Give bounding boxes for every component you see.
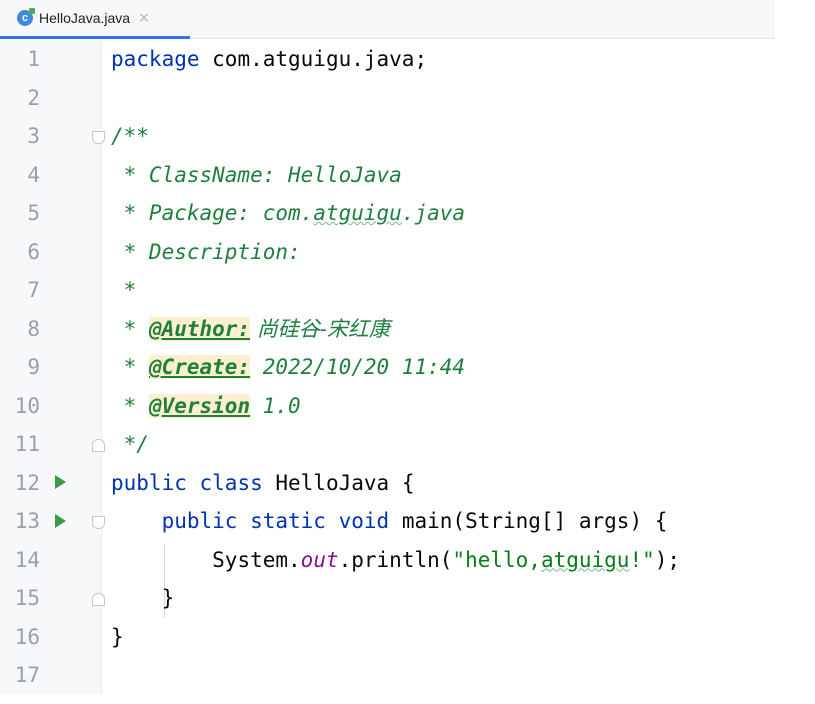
tab-hellojava[interactable]: c HelloJava.java × (0, 0, 190, 39)
line-number: 3 (27, 124, 40, 148)
paren: ) (654, 547, 668, 572)
doc-comment: * Package: com. (111, 201, 314, 225)
run-class-icon[interactable] (55, 475, 66, 489)
code-line-4: * ClassName: HelloJava (111, 156, 402, 195)
doc-comment: * (111, 355, 149, 379)
doc-tag: @Version (148, 393, 251, 418)
line-number: 5 (27, 201, 40, 225)
brace: } (111, 624, 124, 649)
semicolon: ; (667, 547, 681, 572)
line-number: 11 (14, 432, 40, 456)
typo-word: atguigu (313, 201, 402, 225)
paren: ) (629, 509, 643, 533)
code-line-5: * Package: com.atguigu.java (111, 194, 465, 233)
doc-tag-value: 1.0 (250, 393, 301, 418)
array-brackets: [] (540, 509, 567, 533)
code-line-14: System.out.println("hello,atguigu!"); (111, 541, 680, 580)
gutter: 1 2 3 4 5 6 7 8 9 10 11 12 13 14 15 16 1… (0, 40, 105, 694)
type-name: String (465, 509, 541, 533)
doc-comment: /** (111, 124, 149, 148)
method-call: .println (338, 547, 440, 572)
brace: { (401, 470, 415, 495)
code-line-6: * Description: (111, 233, 301, 272)
code-line-15: } (111, 579, 175, 618)
code-line-13: public static void main(String[] args) { (111, 502, 668, 541)
keyword: void (338, 509, 390, 533)
code-editor[interactable]: 1 2 3 4 5 6 7 8 9 10 11 12 13 14 15 16 1… (0, 40, 815, 694)
line-number: 17 (14, 663, 40, 687)
keyword: public (161, 509, 238, 533)
line-number: 9 (27, 355, 40, 379)
doc-tag-value: 尚硅谷-宋红康 (250, 316, 390, 341)
close-icon[interactable]: × (138, 10, 150, 26)
typo-word: atguigu (540, 547, 630, 572)
doc-comment: * (111, 316, 149, 341)
doc-tag: @Author: (148, 316, 251, 341)
java-class-icon: c (17, 8, 35, 26)
doc-comment: * ClassName: HelloJava (111, 162, 402, 187)
keyword: public (111, 470, 187, 495)
brace: { (642, 509, 668, 533)
doc-comment: * Description: (111, 239, 301, 264)
brace: } (161, 586, 175, 610)
code-line-16: } (111, 618, 124, 657)
line-number: 14 (14, 547, 40, 572)
static-field: out (300, 547, 339, 572)
class-name: HelloJava (262, 470, 402, 495)
code-line-10: * @Version 1.0 (111, 387, 301, 426)
code-line-7: * (111, 271, 137, 310)
run-main-icon[interactable] (55, 514, 66, 528)
doc-tag-value: 2022/10/20 11:44 (250, 355, 466, 379)
line-number: 16 (14, 624, 40, 649)
code-line-1: package com.atguigu.java; (111, 40, 427, 79)
keyword: static (250, 509, 326, 533)
line-number: 12 (14, 470, 40, 495)
code-line-9: * @Create: 2022/10/20 11:44 (111, 348, 465, 387)
line-number: 4 (27, 162, 40, 187)
code-line-12: public class HelloJava { (111, 464, 414, 503)
paren: ( (439, 547, 453, 572)
code-text: com.atguigu.java; (199, 47, 428, 71)
editor-tab-bar: c HelloJava.java × (0, 0, 775, 39)
line-number: 13 (14, 509, 40, 533)
paren: ( (452, 509, 466, 533)
code-line-8: * @Author: 尚硅谷-宋红康 (111, 310, 390, 349)
doc-comment: * (111, 278, 137, 302)
code-line-3: /** (111, 117, 149, 156)
line-number: 10 (14, 393, 40, 418)
line-number: 8 (27, 316, 40, 341)
keyword: package (111, 47, 200, 71)
doc-comment: * (111, 393, 149, 418)
method-name: main (389, 509, 453, 533)
line-number: 1 (27, 47, 40, 71)
code-line-11: */ (111, 425, 149, 464)
line-number: 7 (27, 278, 40, 302)
doc-comment: .java (401, 201, 466, 225)
tab-label: HelloJava.java (39, 10, 131, 26)
line-number: 6 (27, 239, 40, 264)
string-literal: !" (629, 547, 655, 572)
doc-tag: @Create: (148, 355, 251, 379)
line-number: 15 (14, 586, 40, 610)
doc-comment: */ (111, 432, 149, 456)
keyword: class (199, 470, 263, 495)
string-literal: "hello, (452, 547, 541, 572)
line-number: 2 (27, 85, 40, 110)
param-name: args (566, 509, 630, 533)
code-area[interactable]: package com.atguigu.java; /** * ClassNam… (102, 40, 815, 694)
class-ref: System. (212, 547, 301, 572)
